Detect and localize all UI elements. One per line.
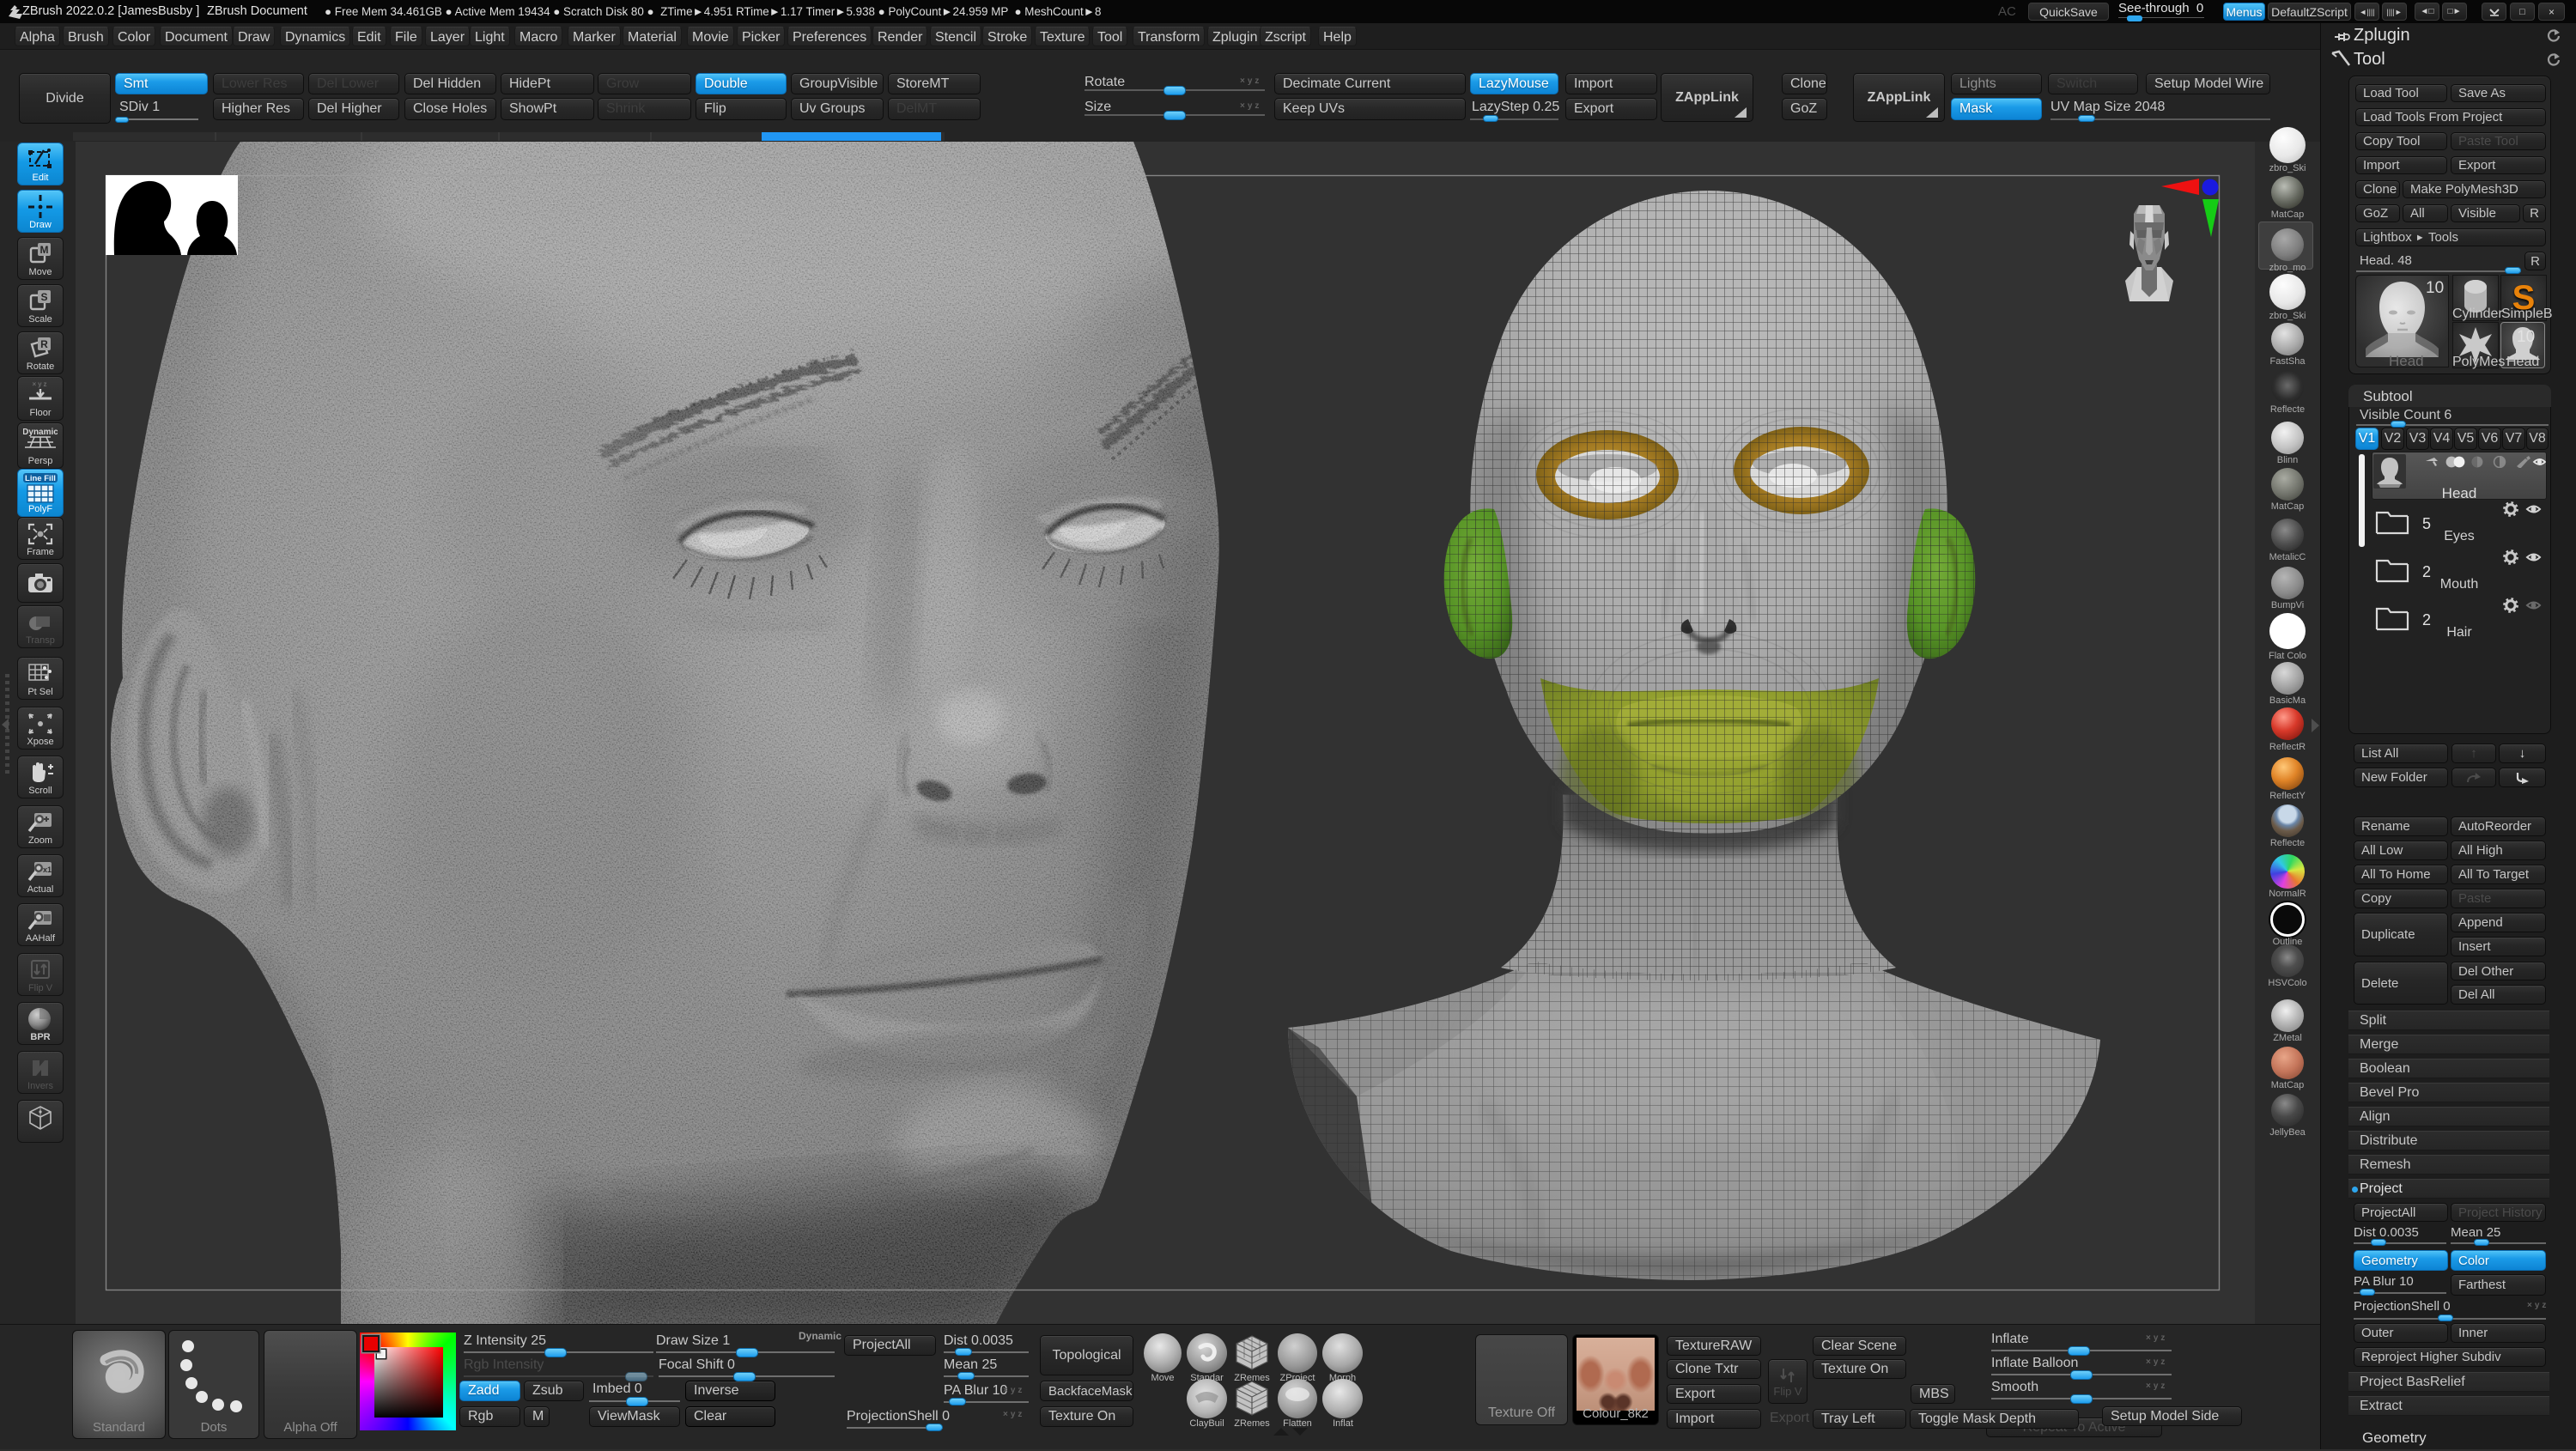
svg-text:x1: x1 — [43, 865, 52, 874]
svg-text:S: S — [40, 291, 47, 303]
svg-text:M: M — [40, 244, 49, 256]
svg-text:R: R — [40, 338, 48, 350]
svg-text:Dynamic: Dynamic — [23, 428, 58, 437]
svg-text:Line Fill: Line Fill — [25, 474, 56, 483]
svg-text:×yz: ×yz — [32, 380, 48, 388]
